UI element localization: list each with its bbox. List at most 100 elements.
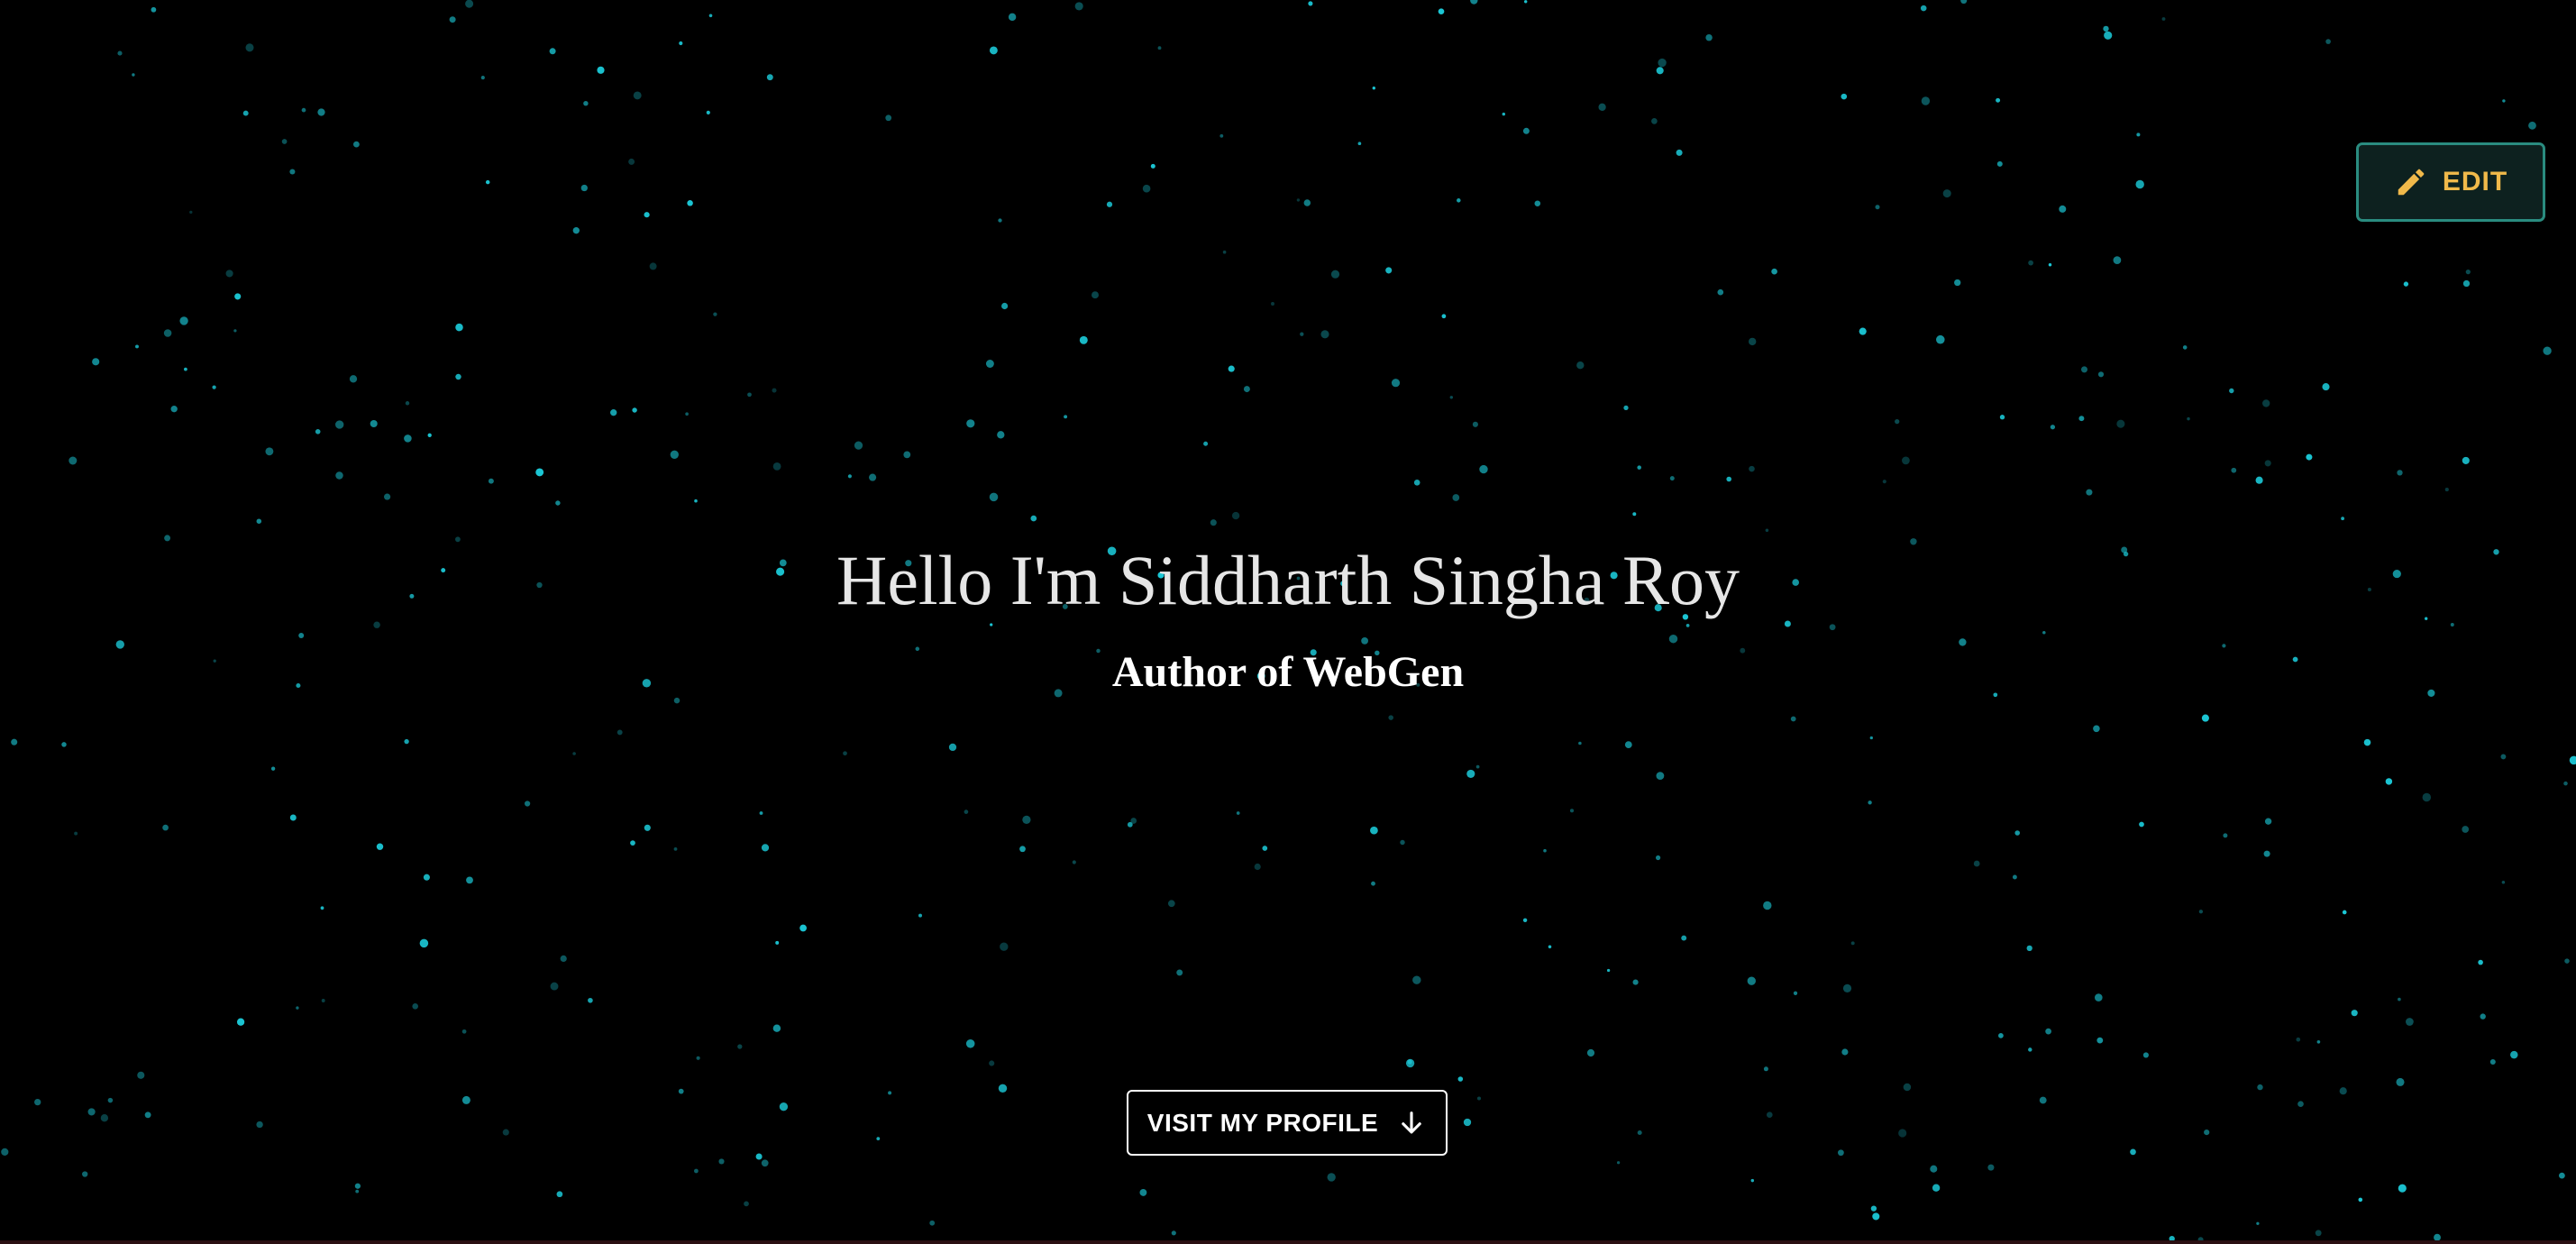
star-particle: [779, 1102, 789, 1111]
star-particle: [1106, 201, 1113, 207]
star-particle: [2104, 31, 2113, 40]
star-particle: [461, 1095, 470, 1104]
star-particle: [2358, 1197, 2363, 1203]
star-particle: [1842, 983, 1852, 993]
star-particle: [1685, 624, 1690, 627]
star-particle: [2559, 1172, 2565, 1179]
star-particle: [1765, 528, 1769, 533]
page-subtitle: Author of WebGen: [1111, 648, 1465, 696]
star-particle: [737, 1044, 743, 1049]
visit-profile-label: VISIT MY PROFILE: [1146, 1108, 1379, 1137]
star-particle: [427, 433, 432, 437]
star-particle: [2050, 425, 2056, 430]
star-particle: [1475, 764, 1480, 769]
star-particle: [170, 406, 178, 413]
star-particle: [2398, 1184, 2407, 1193]
star-particle: [2093, 725, 2100, 733]
star-particle: [2142, 1052, 2149, 1058]
star-particle: [404, 738, 409, 745]
star-particle: [1210, 519, 1217, 526]
star-particle: [1308, 1, 1313, 6]
star-particle: [2502, 99, 2506, 103]
star-particle: [888, 1091, 892, 1095]
star-particle: [1372, 87, 1375, 90]
star-particle: [706, 110, 710, 114]
star-particle: [1954, 279, 1961, 287]
star-particle: [2042, 631, 2046, 635]
star-particle: [775, 940, 780, 945]
star-particle: [2341, 517, 2345, 521]
star-particle: [1502, 112, 1506, 116]
star-particle: [1749, 465, 1755, 472]
star-particle: [1637, 1130, 1642, 1136]
star-particle: [1869, 736, 1873, 740]
star-particle: [225, 270, 233, 278]
star-particle: [1074, 2, 1083, 11]
star-particle: [1388, 715, 1393, 720]
star-particle: [761, 1159, 769, 1167]
star-particle: [1231, 511, 1240, 520]
star-particle: [2444, 488, 2449, 492]
star-particle: [2103, 25, 2109, 32]
page-title: Hello I'm Siddharth Singha Roy: [836, 541, 1740, 619]
star-particle: [1790, 716, 1796, 722]
star-particle: [1882, 480, 1886, 484]
star-particle: [2223, 833, 2228, 838]
star-particle: [1303, 199, 1311, 206]
star-particle: [1930, 1165, 1938, 1173]
star-particle: [2255, 476, 2263, 484]
star-particle: [117, 50, 123, 56]
edit-button[interactable]: EDIT: [2356, 142, 2545, 222]
star-particle: [799, 924, 807, 932]
star-particle: [755, 1153, 763, 1160]
star-particle: [1569, 809, 1575, 813]
star-particle: [2528, 121, 2536, 130]
star-particle: [1726, 476, 1731, 482]
star-particle: [1127, 821, 1133, 828]
star-particle: [550, 982, 559, 991]
star-particle: [989, 492, 999, 502]
star-particle: [2462, 456, 2470, 464]
star-particle: [405, 401, 410, 406]
star-particle: [2135, 179, 2144, 189]
star-particle: [708, 14, 713, 18]
star-particle: [1457, 1076, 1464, 1082]
star-particle: [572, 227, 580, 234]
star-particle: [1637, 465, 1641, 470]
star-particle: [2182, 345, 2188, 350]
star-particle: [355, 1189, 360, 1194]
star-particle: [87, 1108, 96, 1116]
star-particle: [1921, 96, 1931, 105]
star-particle: [1960, 0, 1968, 5]
star-particle: [1391, 379, 1401, 388]
star-particle: [687, 200, 693, 206]
star-particle: [107, 1097, 114, 1103]
visit-profile-button[interactable]: VISIT MY PROFILE: [1127, 1090, 1448, 1156]
star-particle: [1576, 361, 1585, 370]
star-particle: [298, 633, 305, 638]
star-particle: [1320, 330, 1329, 339]
star-particle: [335, 420, 344, 429]
star-particle: [320, 906, 324, 910]
star-particle: [1271, 302, 1274, 306]
star-particle: [1438, 8, 1445, 15]
star-particle: [685, 412, 689, 416]
star-particle: [419, 938, 429, 948]
star-particle: [1868, 800, 1872, 805]
star-particle: [989, 46, 998, 55]
star-particle: [2139, 821, 2144, 828]
star-particle: [744, 1201, 749, 1207]
star-particle: [281, 139, 288, 144]
star-particle: [985, 360, 994, 368]
star-particle: [2096, 1037, 2104, 1044]
star-particle: [679, 41, 683, 46]
star-particle: [1996, 97, 2001, 103]
star-particle: [1841, 1048, 1849, 1056]
star-particle: [2263, 850, 2270, 857]
star-particle: [524, 800, 531, 807]
star-particle: [234, 293, 242, 300]
star-particle: [628, 158, 635, 165]
star-particle: [1543, 848, 1547, 853]
star-particle: [2039, 1096, 2047, 1104]
star-particle: [965, 1039, 975, 1048]
